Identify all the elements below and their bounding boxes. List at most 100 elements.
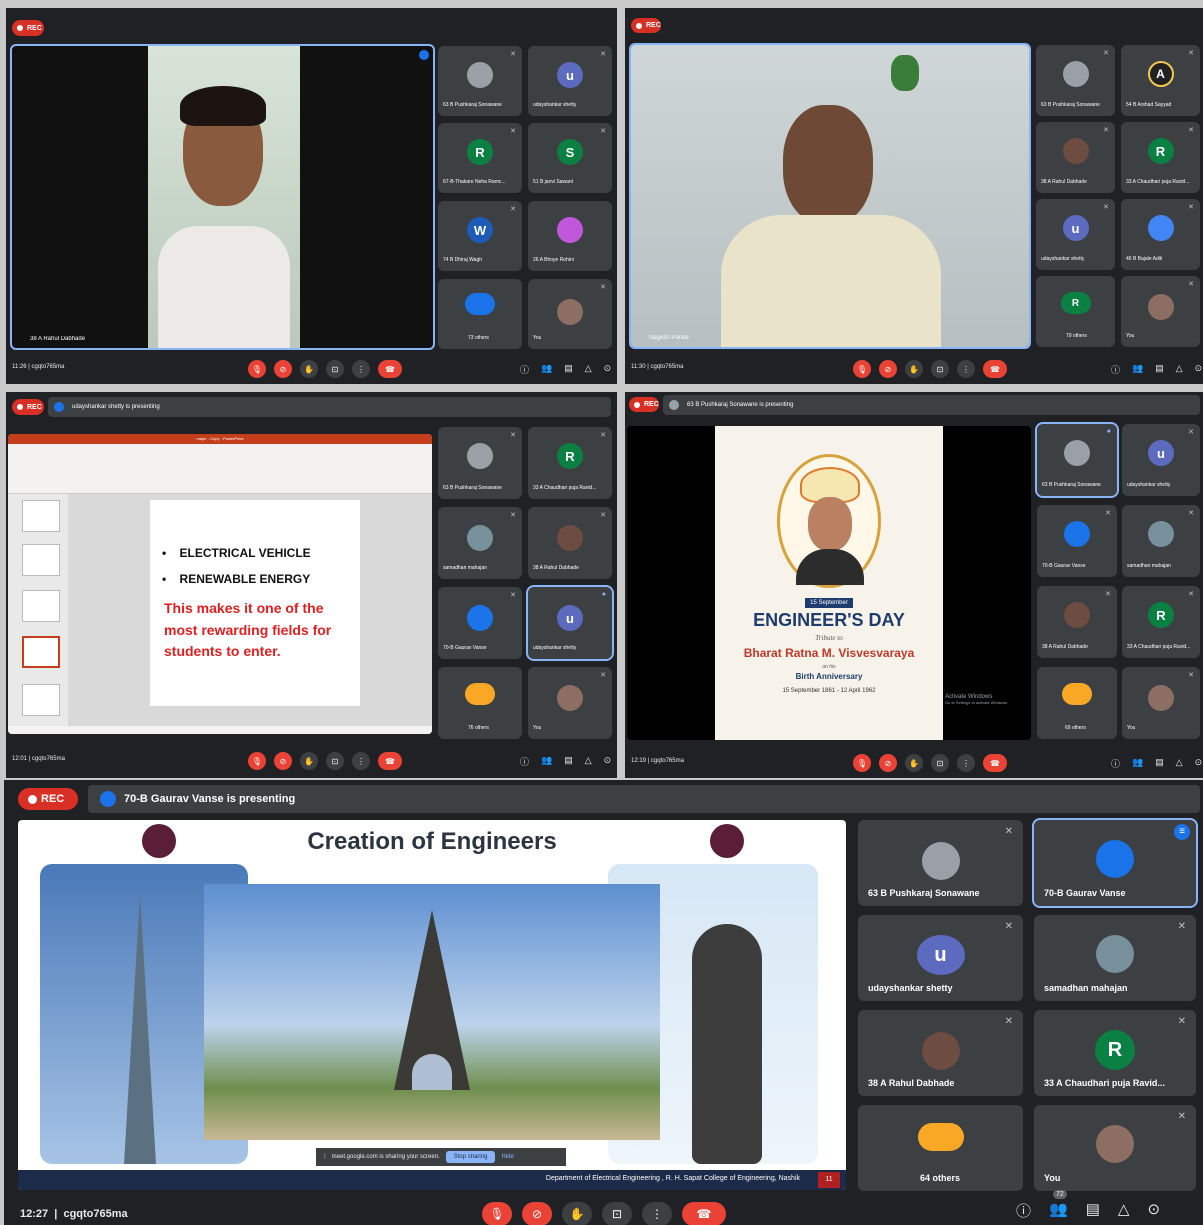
tile[interactable]: ✕ 70-B Gaurav Vanse xyxy=(1037,505,1117,577)
mic-button[interactable]: 🎙 xyxy=(853,360,871,378)
tile[interactable]: ✕ 38 A Rahul Dabhade xyxy=(528,507,612,579)
host-controls-icon[interactable]: ⊙ xyxy=(1195,363,1203,376)
tile-name: You xyxy=(1044,1173,1061,1183)
info-icon[interactable]: ⓘ xyxy=(1111,363,1120,376)
chat-icon[interactable]: ▤ xyxy=(1086,1200,1100,1221)
tile[interactable]: R ✕ 33 A Chaudhari puja Ravid... xyxy=(1121,122,1200,193)
tile-self[interactable]: ✕ You xyxy=(528,667,612,739)
camera-button[interactable]: ⊘ xyxy=(274,360,292,378)
leave-call-button[interactable]: ☎ xyxy=(378,752,402,770)
present-button[interactable]: ⊡ xyxy=(326,360,344,378)
tile-self[interactable]: ✕ You xyxy=(1121,276,1200,347)
people-icon[interactable]: 👥 xyxy=(541,755,552,768)
chat-icon[interactable]: ▤ xyxy=(1155,757,1164,770)
tile-speaking[interactable]: u ● udayshankar shetty xyxy=(526,585,614,661)
chat-icon[interactable]: ▤ xyxy=(1155,363,1164,376)
people-icon[interactable]: 👥 72 xyxy=(1049,1190,1068,1221)
tile[interactable]: 26 A Bhoye Rohini xyxy=(528,201,612,271)
chat-icon[interactable]: ▤ xyxy=(564,755,573,768)
tile[interactable]: S ✕ 51 B janvi Sawant xyxy=(528,123,612,193)
mic-button[interactable]: 🎙 xyxy=(482,1202,512,1225)
more-button[interactable]: ⋮ xyxy=(352,752,370,770)
people-icon[interactable]: 👥 xyxy=(541,363,552,376)
tile[interactable]: W ✕ 74 B Dhiraj Wagh xyxy=(438,201,522,271)
drag-handle-icon[interactable]: ⁞ xyxy=(324,1154,326,1160)
info-icon[interactable]: ⓘ xyxy=(1016,1200,1031,1221)
camera-button[interactable]: ⊘ xyxy=(522,1202,552,1225)
host-controls-icon[interactable]: ⊙ xyxy=(1147,1200,1160,1221)
tile-speaking[interactable]: ● 63 B Pushkaraj Sonawane xyxy=(1035,422,1119,498)
tile[interactable]: ✕ 63 B Pushkaraj Sonawane xyxy=(438,46,522,116)
tile[interactable]: R ✕ 33 A Chaudhari puja Ravid... xyxy=(1122,586,1200,658)
leave-call-button[interactable]: ☎ xyxy=(682,1202,726,1225)
tile-self[interactable]: ✕ You xyxy=(1122,667,1200,739)
stop-sharing-button[interactable]: Stop sharing xyxy=(445,1151,496,1163)
more-button[interactable]: ⋮ xyxy=(352,360,370,378)
host-controls-icon[interactable]: ⊙ xyxy=(604,363,612,376)
present-button[interactable]: ⊡ xyxy=(931,754,949,772)
info-icon[interactable]: ⓘ xyxy=(1111,757,1120,770)
tile[interactable]: u ✕ udayshankar shetty xyxy=(528,46,612,116)
present-button[interactable]: ⊡ xyxy=(931,360,949,378)
tile[interactable]: ✕ 38 A Rahul Dabhade xyxy=(858,1010,1023,1096)
camera-button[interactable]: ⊘ xyxy=(274,752,292,770)
tile-others[interactable]: R 79 others xyxy=(1036,276,1115,347)
tile-self[interactable]: ✕ You xyxy=(1034,1105,1196,1191)
raise-hand-button[interactable]: ✋ xyxy=(562,1202,592,1225)
camera-button[interactable]: ⊘ xyxy=(879,754,897,772)
mic-button[interactable]: 🎙 xyxy=(853,754,871,772)
leave-call-button[interactable]: ☎ xyxy=(983,754,1007,772)
present-button[interactable]: ⊡ xyxy=(602,1202,632,1225)
tile[interactable]: R ✕ 33 A Chaudhari puja Ravid... xyxy=(1034,1010,1196,1096)
mic-button[interactable]: 🎙 xyxy=(248,360,266,378)
more-button[interactable]: ⋮ xyxy=(957,360,975,378)
host-controls-icon[interactable]: ⊙ xyxy=(1195,757,1203,770)
leave-call-button[interactable]: ☎ xyxy=(983,360,1007,378)
tile[interactable]: ✕ 70-B Gaurav Vanse xyxy=(438,587,522,659)
info-icon[interactable]: ⓘ xyxy=(520,363,529,376)
more-button[interactable]: ⋮ xyxy=(957,754,975,772)
tile[interactable]: ✕ samadhan mahajan xyxy=(1034,915,1196,1001)
tile-self[interactable]: ✕ You xyxy=(528,279,612,349)
activities-icon[interactable]: △ xyxy=(1176,757,1183,770)
chat-icon[interactable]: ▤ xyxy=(564,363,573,376)
tile[interactable]: u ✕ udayshankar shetty xyxy=(858,915,1023,1001)
tile[interactable]: ✕ samadhan mahajan xyxy=(438,507,522,579)
tile[interactable]: u ✕ udayshankar shetty xyxy=(1036,199,1115,270)
mic-button[interactable]: 🎙 xyxy=(248,752,266,770)
raise-hand-button[interactable]: ✋ xyxy=(905,360,923,378)
present-button[interactable]: ⊡ xyxy=(326,752,344,770)
activities-icon[interactable]: △ xyxy=(1176,363,1183,376)
tile[interactable]: u ✕ udayshankar shetty xyxy=(1122,424,1200,496)
raise-hand-button[interactable]: ✋ xyxy=(300,752,318,770)
tile[interactable]: A ✕ 54 B Arshad Sayyad xyxy=(1121,45,1200,116)
raise-hand-button[interactable]: ✋ xyxy=(300,360,318,378)
host-controls-icon[interactable]: ⊙ xyxy=(604,755,612,768)
tile-others[interactable]: 64 others xyxy=(858,1105,1023,1191)
info-icon[interactable]: ⓘ xyxy=(520,755,529,768)
activities-icon[interactable]: △ xyxy=(585,755,592,768)
leave-call-button[interactable]: ☎ xyxy=(378,360,402,378)
tile-others[interactable]: 76 others xyxy=(438,667,522,739)
tile[interactable]: ✕ samadhan mahajan xyxy=(1122,505,1200,577)
people-icon[interactable]: 👥 xyxy=(1132,757,1143,770)
activities-icon[interactable]: △ xyxy=(585,363,592,376)
more-button[interactable]: ⋮ xyxy=(642,1202,672,1225)
camera-button[interactable]: ⊘ xyxy=(879,360,897,378)
tile-others[interactable]: 69 others xyxy=(1037,667,1117,739)
tile[interactable]: ✕ 38 A Rahul Dabhade xyxy=(1037,586,1117,658)
tile[interactable]: ✕ 38 A Rahul Dabhade xyxy=(1036,122,1115,193)
tile-name: 63 B Pushkaraj Sonawane xyxy=(443,485,502,491)
tile-others[interactable]: 73 others xyxy=(438,279,522,349)
tile[interactable]: ✕ 63 B Pushkaraj Sonawane xyxy=(1036,45,1115,116)
people-icon[interactable]: 👥 xyxy=(1132,363,1143,376)
tile[interactable]: R ✕ 33 A Chaudhari puja Ravid... xyxy=(528,427,612,499)
activities-icon[interactable]: △ xyxy=(1118,1200,1130,1221)
tile[interactable]: ✕ 63 B Pushkaraj Sonawane xyxy=(438,427,522,499)
hide-button[interactable]: Hide xyxy=(501,1154,513,1160)
tile[interactable]: ✕ 63 B Pushkaraj Sonawane xyxy=(858,820,1023,906)
tile[interactable]: ✕ 46 B Bajale Aditi xyxy=(1121,199,1200,270)
tile[interactable]: R ✕ 67-B-Thakare Neha Ramc... xyxy=(438,123,522,193)
tile-speaking[interactable]: ≡ 70-B Gaurav Vanse xyxy=(1032,818,1198,908)
raise-hand-button[interactable]: ✋ xyxy=(905,754,923,772)
